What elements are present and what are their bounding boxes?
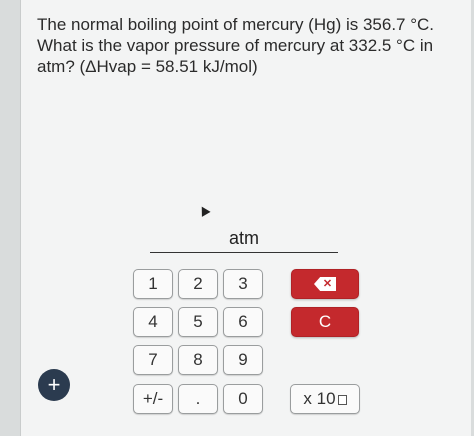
- scientific-notation-button[interactable]: x 10: [290, 384, 360, 414]
- sci-label: x 10: [303, 389, 336, 408]
- key-2[interactable]: 2: [178, 269, 218, 299]
- answer-unit: atm: [228, 228, 259, 248]
- clear-button[interactable]: C: [291, 307, 359, 337]
- sign-toggle-key[interactable]: +/-: [133, 384, 173, 414]
- key-1[interactable]: 1: [133, 269, 173, 299]
- key-3[interactable]: 3: [223, 269, 263, 299]
- key-8[interactable]: 8: [178, 345, 218, 375]
- decimal-key[interactable]: .: [178, 384, 218, 414]
- backspace-icon: ✕: [314, 277, 336, 291]
- key-5[interactable]: 5: [178, 307, 218, 337]
- question-text: The normal boiling point of mercury (Hg)…: [37, 15, 435, 76]
- key-7[interactable]: 7: [133, 345, 173, 375]
- key-0[interactable]: 0: [223, 384, 263, 414]
- key-9[interactable]: 9: [223, 345, 263, 375]
- add-fab-button[interactable]: +: [38, 369, 70, 401]
- key-6[interactable]: 6: [223, 307, 263, 337]
- answer-input-line[interactable]: [150, 252, 338, 253]
- key-4[interactable]: 4: [133, 307, 173, 337]
- exponent-box-icon: [337, 395, 347, 405]
- backspace-button[interactable]: ✕: [291, 269, 359, 299]
